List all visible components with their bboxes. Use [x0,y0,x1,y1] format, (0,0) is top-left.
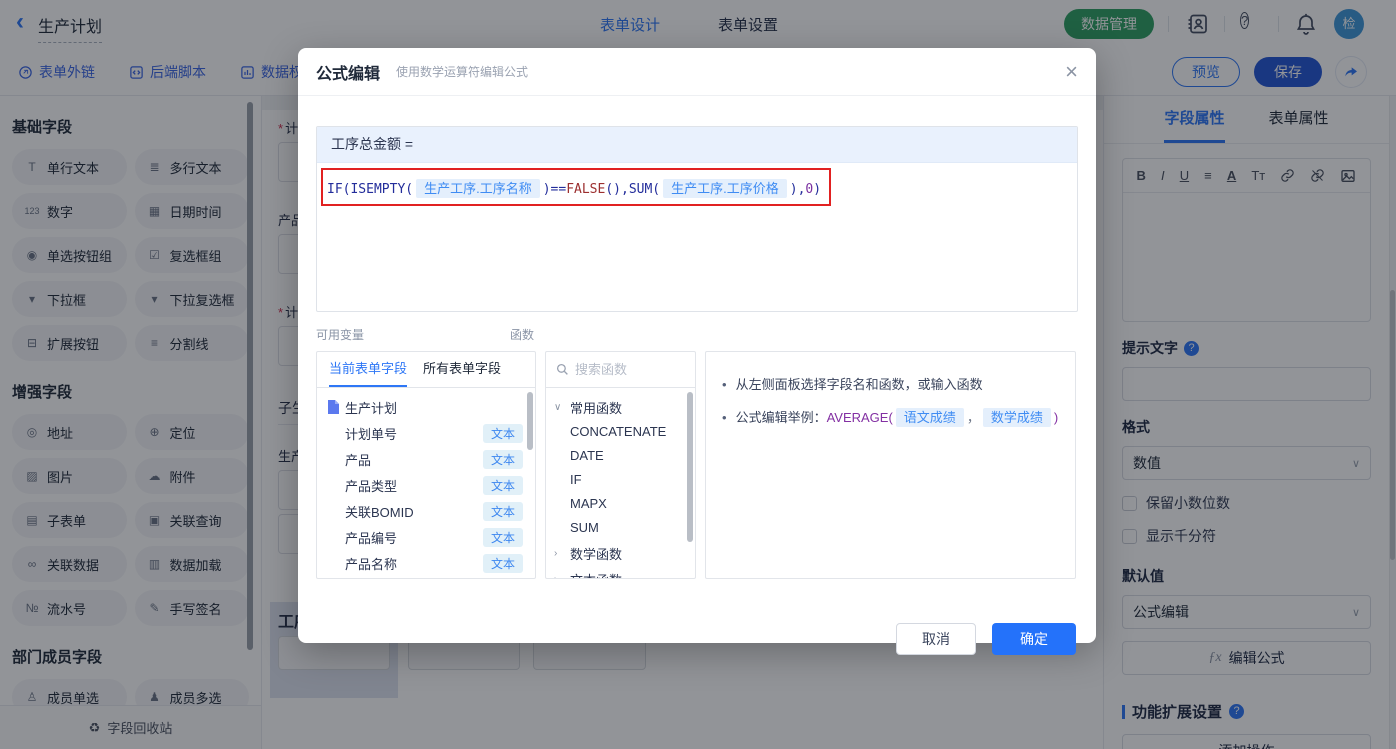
tab-all-form-fields[interactable]: 所有表单字段 [423,352,501,387]
bullet-icon: • [722,410,727,425]
variable-row[interactable]: 关联BOMID 文本 [317,498,535,524]
functions-panel: ∨ 常用函数 CONCATENATE DATE IF MAPX SUM › 数学… [545,351,696,579]
variables-panel: 当前表单字段 所有表单字段 生产计划 计划单号 文本 产品 文本 产品类型 文本 关联… [316,351,536,579]
formula-edit-modal: 公式编辑 使用数学运算符编辑公式 × 工序总金额 = IF(ISEMPTY(生产… [298,48,1096,655]
modal-title: 公式编辑 [316,65,381,83]
function-search-input[interactable] [575,362,675,377]
close-icon[interactable]: × [1065,60,1078,83]
type-badge: 文本 [482,475,523,495]
confirm-button[interactable]: 确定 [992,623,1076,655]
example-field-chip: 语文成绩 [895,408,964,427]
type-badge: 文本 [482,423,523,443]
formula-editor-box[interactable]: 工序总金额 = IF(ISEMPTY(生产工序.工序名称)==FALSE(),S… [316,126,1078,312]
chevron-down-icon: ∨ [554,401,562,413]
variable-row[interactable]: 产品名称 文本 [317,550,535,576]
function-item[interactable]: SUM [546,516,695,540]
function-item[interactable]: CONCATENATE [546,420,695,444]
function-group-math[interactable]: › 数学函数 [546,540,695,566]
field-chip[interactable]: 生产工序.工序名称 [416,178,540,198]
function-search[interactable] [546,352,695,388]
function-item[interactable]: IF [546,468,695,492]
variable-row[interactable]: 产品类型 文本 [317,472,535,498]
formula-target-label: 工序总金额 = [317,127,1077,163]
example-field-chip: 数学成绩 [982,408,1051,427]
chevron-right-icon: › [554,573,558,579]
form-tree-node[interactable]: 生产计划 [317,394,535,420]
cancel-button[interactable]: 取消 [896,623,976,655]
function-item[interactable]: DATE [546,444,695,468]
function-group-text[interactable]: › 文本函数 [546,566,695,579]
type-badge: 文本 [482,501,523,521]
formula-help-panel: • 从左侧面板选择字段名和函数，或输入函数 • 公式编辑举例：AVERAGE(语… [705,351,1076,579]
formula-expression[interactable]: IF(ISEMPTY(生产工序.工序名称)==FALSE(),SUM(生产工序.… [327,178,821,198]
tab-current-form-fields[interactable]: 当前表单字段 [329,352,408,387]
type-badge: 文本 [482,449,523,469]
functions-label: 函数 [510,328,535,342]
type-badge: 文本 [482,553,523,573]
formula-annotation-highlight: IF(ISEMPTY(生产工序.工序名称)==FALSE(),SUM(生产工序.… [321,168,832,206]
variables-scrollbar-thumb[interactable] [527,392,533,450]
help-tip: • 从左侧面板选择字段名和函数，或输入函数 [722,373,1059,397]
function-group-common[interactable]: ∨ 常用函数 [546,394,695,420]
function-item[interactable]: MAPX [546,492,695,516]
variable-row[interactable]: 产品编号 文本 [317,524,535,550]
bullet-icon: • [722,377,727,392]
variable-row[interactable]: 计划单号 文本 [317,420,535,446]
field-chip[interactable]: 生产工序.工序价格 [663,178,787,198]
variables-label: 可用变量 [316,328,365,342]
functions-scrollbar-thumb[interactable] [687,392,693,542]
chevron-right-icon: › [554,547,558,559]
document-icon [328,400,339,414]
help-tip-example: • 公式编辑举例：AVERAGE(语文成绩，数学成绩) [722,406,1059,430]
modal-subtitle: 使用数学运算符编辑公式 [396,65,529,79]
type-badge: 文本 [482,527,523,547]
search-icon [556,363,568,375]
variable-row[interactable]: 产品 文本 [317,446,535,472]
